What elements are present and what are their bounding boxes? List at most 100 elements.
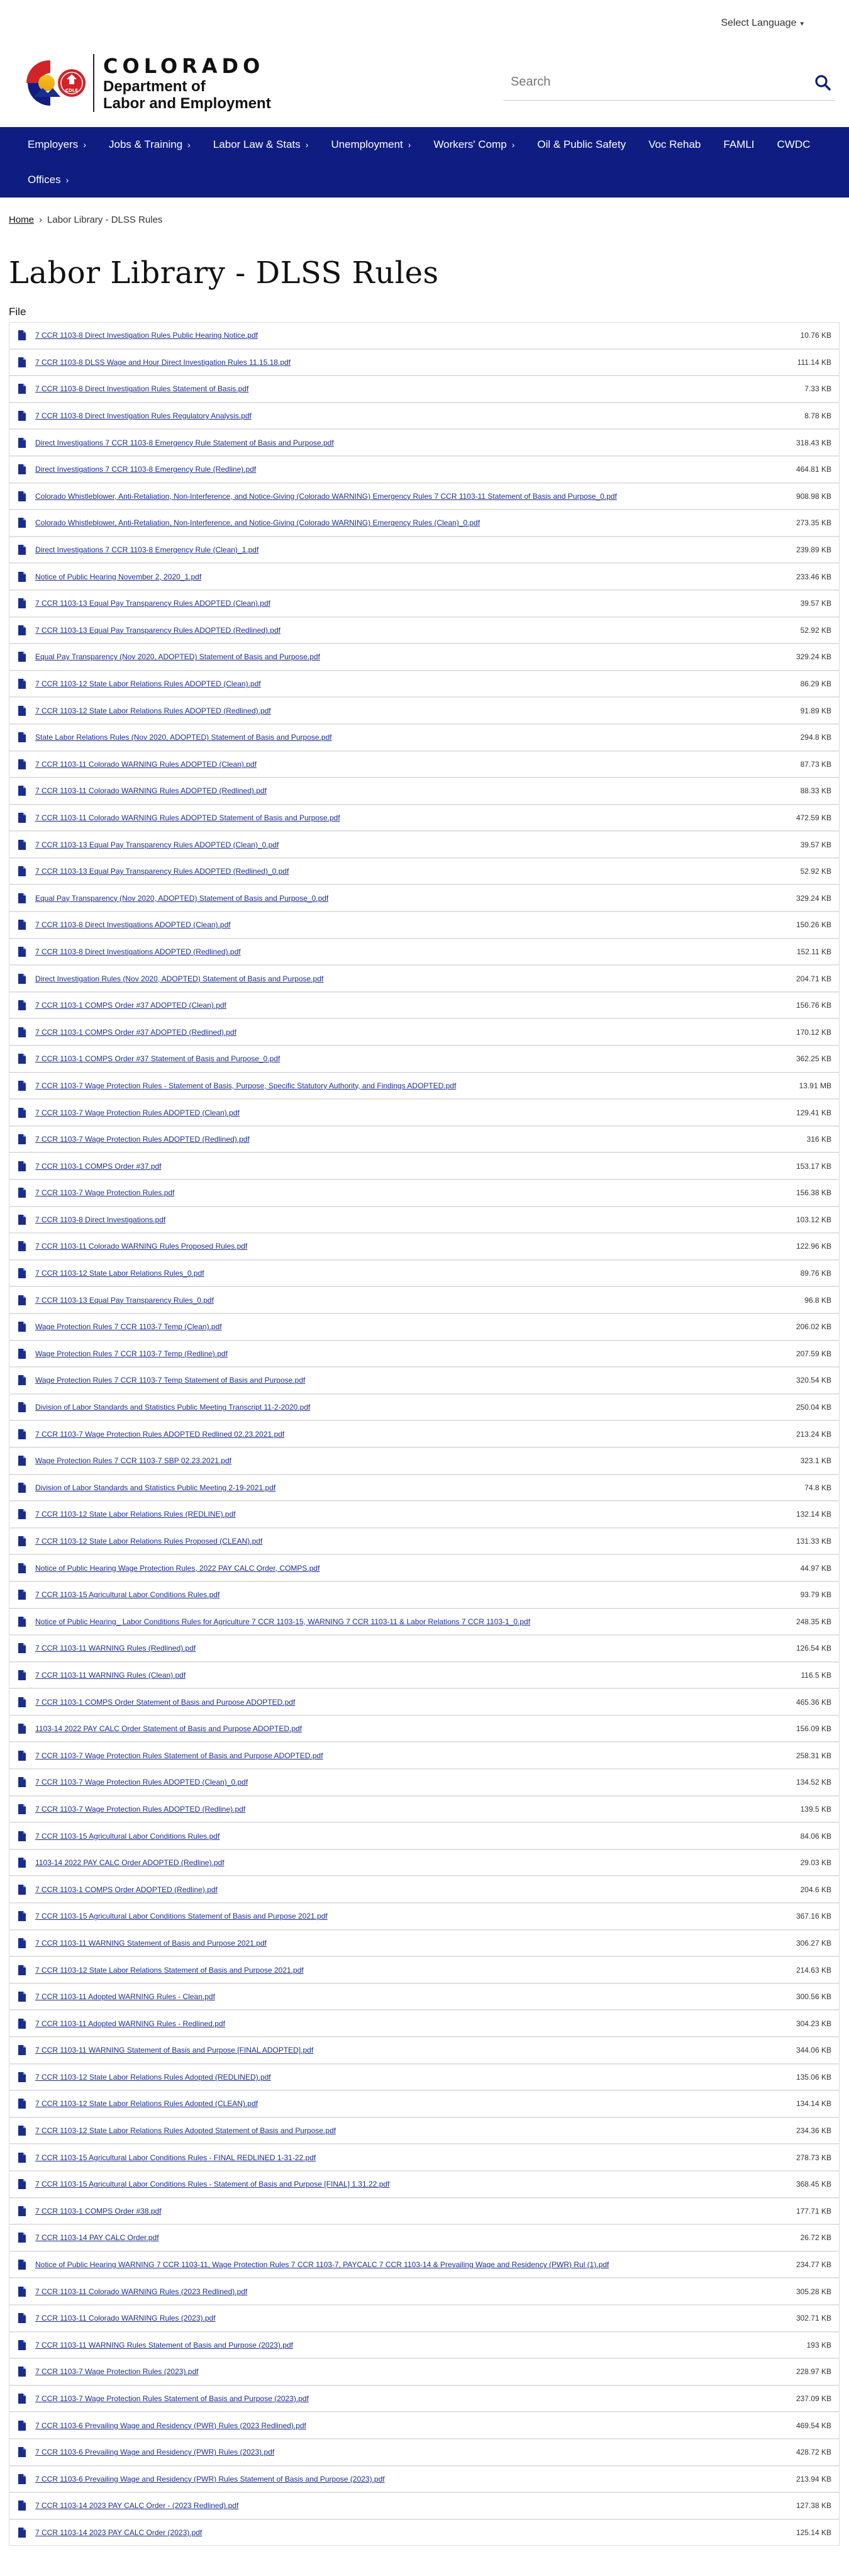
file-size: 318.43 KB [796, 438, 831, 447]
file-link[interactable]: 7 CCR 1103-7 Wage Protection Rules State… [35, 2394, 789, 2403]
file-link[interactable]: 7 CCR 1103-12 State Labor Relations Rule… [35, 1269, 793, 1278]
file-link[interactable]: 7 CCR 1103-8 Direct Investigation Rules … [35, 411, 797, 420]
file-link[interactable]: 7 CCR 1103-11 Colorado WARNING Rules (20… [35, 2287, 789, 2296]
file-link[interactable]: Colorado Whistleblower, Anti-Retaliation… [35, 492, 789, 501]
file-link[interactable]: 7 CCR 1103-7 Wage Protection Rules ADOPT… [35, 1108, 789, 1117]
breadcrumb-home-link[interactable]: Home [9, 215, 34, 225]
file-link[interactable]: 7 CCR 1103-15 Agricultural Labor Conditi… [35, 1912, 789, 1921]
nav-item-oil-public-safety[interactable]: Oil & Public Safety [526, 127, 637, 162]
file-link[interactable]: Equal Pay Transparency (Nov 2020, ADOPTE… [35, 652, 789, 661]
file-link[interactable]: 7 CCR 1103-13 Equal Pay Transparency Rul… [35, 840, 793, 849]
file-link[interactable]: 7 CCR 1103-13 Equal Pay Transparency Rul… [35, 1296, 797, 1305]
language-selector[interactable]: Select Language ▾ [721, 18, 804, 29]
file-link[interactable]: 7 CCR 1103-15 Agricultural Labor Conditi… [35, 1590, 793, 1599]
file-link[interactable]: Wage Protection Rules 7 CCR 1103-7 Temp … [35, 1349, 789, 1358]
file-link[interactable]: 7 CCR 1103-7 Wage Protection Rules ADOPT… [35, 1778, 789, 1787]
file-link[interactable]: Direct Investigations 7 CCR 1103-8 Emerg… [35, 545, 789, 554]
file-link[interactable]: 7 CCR 1103-8 Direct Investigations.pdf [35, 1215, 789, 1224]
file-link[interactable]: Division of Labor Standards and Statisti… [35, 1483, 797, 1492]
file-link[interactable]: 7 CCR 1103-1 COMPS Order #37 ADOPTED (Cl… [35, 1001, 789, 1010]
file-link[interactable]: 7 CCR 1103-8 Direct Investigations ADOPT… [35, 947, 789, 956]
search-input[interactable] [503, 75, 810, 89]
file-icon [18, 1321, 26, 1332]
file-link[interactable]: 7 CCR 1103-11 WARNING Statement of Basis… [35, 1939, 789, 1948]
file-link[interactable]: 7 CCR 1103-7 Wage Protection Rules - Sta… [35, 1081, 792, 1090]
search-icon[interactable] [810, 70, 835, 95]
file-link[interactable]: Equal Pay Transparency (Nov 2020, ADOPTE… [35, 894, 789, 903]
nav-item-offices[interactable]: Offices › [16, 162, 80, 198]
file-link[interactable]: 7 CCR 1103-8 Direct Investigations ADOPT… [35, 920, 789, 929]
file-link[interactable]: 7 CCR 1103-15 Agricultural Labor Conditi… [35, 2153, 789, 2162]
file-link[interactable]: Notice of Public Hearing November 2, 202… [35, 572, 789, 581]
file-link[interactable]: 7 CCR 1103-12 State Labor Relations Rule… [35, 2126, 789, 2135]
file-link[interactable]: Wage Protection Rules 7 CCR 1103-7 SBP 0… [35, 1456, 793, 1465]
file-link[interactable]: 7 CCR 1103-1 COMPS Order ADOPTED (Redlin… [35, 1885, 793, 1894]
file-link[interactable]: 1103-14 2022 PAY CALC Order Statement of… [35, 1724, 789, 1733]
file-link[interactable]: 7 CCR 1103-11 WARNING Rules (Clean).pdf [35, 1671, 794, 1680]
file-link[interactable]: 7 CCR 1103-11 Adopted WARNING Rules - Re… [35, 2019, 789, 2028]
file-link[interactable]: 7 CCR 1103-1 COMPS Order #38.pdf [35, 2207, 789, 2216]
file-link[interactable]: 7 CCR 1103-14 2023 PAY CALC Order (2023)… [35, 2528, 789, 2537]
file-link[interactable]: Division of Labor Standards and Statisti… [35, 1403, 789, 1412]
file-link[interactable]: 7 CCR 1103-12 State Labor Relations Rule… [35, 1537, 789, 1546]
file-link[interactable]: 7 CCR 1103-11 Colorado WARNING Rules ADO… [35, 786, 793, 795]
file-link[interactable]: Colorado Whistleblower, Anti-Retaliation… [35, 518, 789, 527]
file-link[interactable]: 1103-14 2022 PAY CALC Order ADOPTED (Red… [35, 1858, 793, 1867]
nav-item-employers[interactable]: Employers › [16, 127, 97, 162]
file-link[interactable]: 7 CCR 1103-13 Equal Pay Transparency Rul… [35, 626, 793, 635]
file-link[interactable]: 7 CCR 1103-7 Wage Protection Rules ADOPT… [35, 1135, 799, 1144]
file-link[interactable]: 7 CCR 1103-11 Adopted WARNING Rules - Cl… [35, 1992, 789, 2001]
file-link[interactable]: Wage Protection Rules 7 CCR 1103-7 Temp … [35, 1376, 789, 1385]
file-link[interactable]: 7 CCR 1103-15 Agricultural Labor Conditi… [35, 1832, 793, 1841]
file-link[interactable]: 7 CCR 1103-13 Equal Pay Transparency Rul… [35, 867, 793, 876]
file-link[interactable]: 7 CCR 1103-1 COMPS Order Statement of Ba… [35, 1698, 789, 1707]
file-link[interactable]: Wage Protection Rules 7 CCR 1103-7 Temp … [35, 1322, 789, 1331]
file-link[interactable]: 7 CCR 1103-1 COMPS Order #37.pdf [35, 1162, 789, 1171]
file-link[interactable]: 7 CCR 1103-6 Prevailing Wage and Residen… [35, 2475, 789, 2484]
file-link[interactable]: 7 CCR 1103-11 WARNING Rules (Redlined).p… [35, 1644, 789, 1653]
nav-item-cwdc[interactable]: CWDC [766, 127, 822, 162]
file-link[interactable]: 7 CCR 1103-12 State Labor Relations Rule… [35, 679, 793, 688]
file-link[interactable]: 7 CCR 1103-14 2023 PAY CALC Order - (202… [35, 2501, 789, 2510]
nav-item-unemployment[interactable]: Unemployment › [319, 127, 422, 162]
file-link[interactable]: 7 CCR 1103-8 Direct Investigation Rules … [35, 384, 797, 393]
file-link[interactable]: Direct Investigations 7 CCR 1103-8 Emerg… [35, 465, 789, 474]
file-link[interactable]: 7 CCR 1103-12 State Labor Relations Rule… [35, 2099, 789, 2108]
file-link[interactable]: Notice of Public Hearing_ Labor Conditio… [35, 1617, 789, 1626]
file-link[interactable]: 7 CCR 1103-11 Colorado WARNING Rules ADO… [35, 813, 789, 822]
file-link[interactable]: 7 CCR 1103-8 DLSS Wage and Hour Direct I… [35, 358, 790, 367]
file-link[interactable]: 7 CCR 1103-12 State Labor Relations Rule… [35, 2073, 789, 2082]
file-link[interactable]: 7 CCR 1103-7 Wage Protection Rules ADOPT… [35, 1430, 789, 1439]
file-link[interactable]: 7 CCR 1103-7 Wage Protection Rules (2023… [35, 2367, 789, 2376]
file-link[interactable]: 7 CCR 1103-11 Colorado WARNING Rules Pro… [35, 1242, 789, 1251]
file-link[interactable]: Direct Investigation Rules (Nov 2020, AD… [35, 974, 789, 983]
nav-item-jobs-training[interactable]: Jobs & Training › [97, 127, 202, 162]
site-logo[interactable]: CDLE COLORADO Department of Labor and Em… [18, 52, 271, 114]
file-link[interactable]: 7 CCR 1103-7 Wage Protection Rules.pdf [35, 1188, 789, 1197]
file-link[interactable]: 7 CCR 1103-6 Prevailing Wage and Residen… [35, 2448, 789, 2456]
nav-item-workers-comp[interactable]: Workers' Comp › [422, 127, 526, 162]
file-link[interactable]: 7 CCR 1103-1 COMPS Order #37 ADOPTED (Re… [35, 1028, 789, 1037]
file-link[interactable]: 7 CCR 1103-12 State Labor Relations Stat… [35, 1966, 789, 1975]
file-link[interactable]: 7 CCR 1103-13 Equal Pay Transparency Rul… [35, 599, 793, 608]
file-link[interactable]: 7 CCR 1103-12 State Labor Relations Rule… [35, 706, 793, 715]
file-link[interactable]: 7 CCR 1103-11 WARNING Rules Statement of… [35, 2341, 799, 2350]
nav-item-labor-law-stats[interactable]: Labor Law & Stats › [202, 127, 320, 162]
nav-item-famli[interactable]: FAMLI [712, 127, 765, 162]
file-link[interactable]: 7 CCR 1103-6 Prevailing Wage and Residen… [35, 2421, 789, 2430]
file-link[interactable]: 7 CCR 1103-7 Wage Protection Rules State… [35, 1751, 789, 1760]
file-link[interactable]: 7 CCR 1103-8 Direct Investigation Rules … [35, 331, 793, 340]
file-link[interactable]: 7 CCR 1103-12 State Labor Relations Rule… [35, 1510, 789, 1519]
file-link[interactable]: 7 CCR 1103-15 Agricultural Labor Conditi… [35, 2180, 789, 2188]
file-link[interactable]: 7 CCR 1103-11 Colorado WARNING Rules (20… [35, 2314, 789, 2322]
file-link[interactable]: 7 CCR 1103-1 COMPS Order #37 Statement o… [35, 1054, 789, 1063]
file-link[interactable]: Notice of Public Hearing WARNING 7 CCR 1… [35, 2260, 789, 2269]
nav-item-voc-rehab[interactable]: Voc Rehab [637, 127, 712, 162]
file-link[interactable]: Direct Investigations 7 CCR 1103-8 Emerg… [35, 438, 789, 447]
file-link[interactable]: 7 CCR 1103-11 Colorado WARNING Rules ADO… [35, 760, 793, 769]
file-link[interactable]: 7 CCR 1103-14 PAY CALC Order.pdf [35, 2233, 793, 2242]
file-link[interactable]: 7 CCR 1103-7 Wage Protection Rules ADOPT… [35, 1805, 793, 1814]
file-link[interactable]: 7 CCR 1103-11 WARNING Statement of Basis… [35, 2046, 789, 2055]
file-link[interactable]: State Labor Relations Rules (Nov 2020, A… [35, 733, 793, 742]
file-link[interactable]: Notice of Public Hearing Wage Protection… [35, 1564, 793, 1573]
